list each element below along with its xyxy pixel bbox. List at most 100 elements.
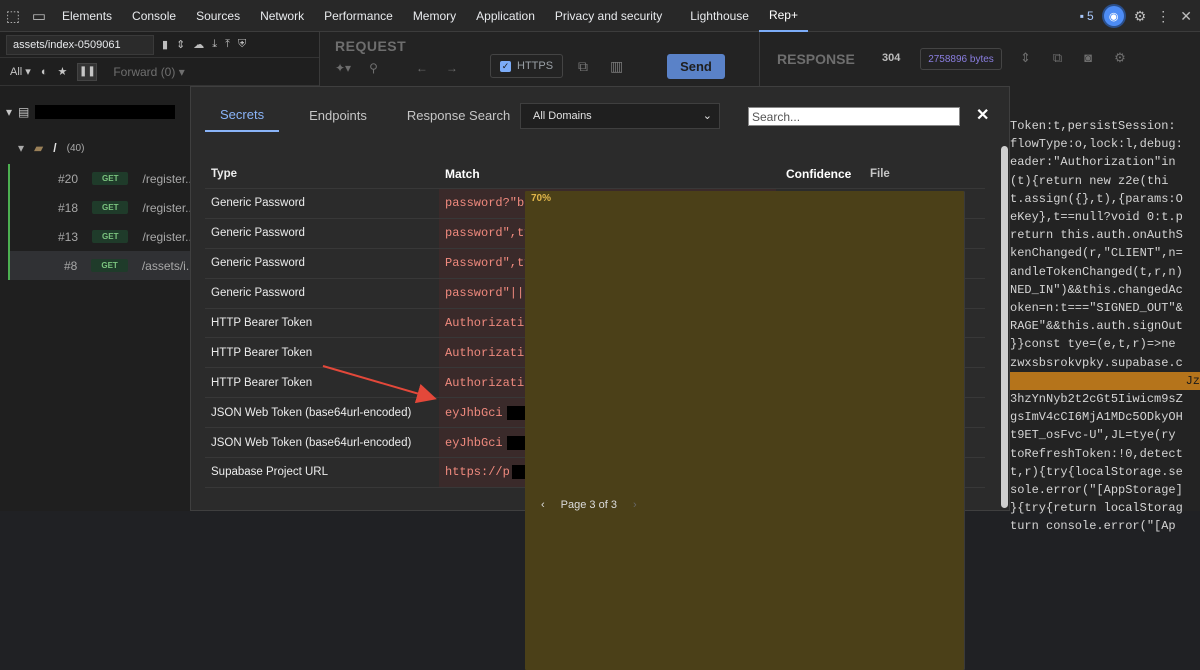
request-path: /register... <box>142 171 196 186</box>
search-input[interactable]: Search... <box>748 107 960 126</box>
code-line: return this.auth.onAuthS <box>1010 228 1183 243</box>
tab-lighthouse[interactable]: Lighthouse <box>680 0 759 32</box>
device-toolbar-icon[interactable]: ▭ <box>26 0 52 32</box>
settings-gear-icon[interactable]: ⚙ <box>1134 8 1147 25</box>
star-icon[interactable]: ★ <box>57 65 67 78</box>
layout-icon[interactable]: ▥ <box>610 58 623 75</box>
code-line: }}const tye=(e,t,r)=>ne <box>1010 337 1176 352</box>
collapse-icon[interactable]: ▾ <box>18 141 24 155</box>
settings-icon[interactable]: ⚙ <box>1114 50 1126 66</box>
next-page-icon[interactable]: › <box>633 499 637 511</box>
tab-network[interactable]: Network <box>250 0 314 32</box>
back-arrow-icon[interactable]: ← <box>416 61 428 75</box>
pagination: ‹ Page 3 of 3 › <box>541 499 637 511</box>
code-line: oken=n:t==="SIGNED_OUT"& <box>1010 301 1183 316</box>
code-line: kenChanged(r,"CLIENT",n= <box>1010 246 1183 261</box>
extension-icon[interactable]: ◉ <box>1103 6 1124 26</box>
sort-icon[interactable]: ⇕ <box>1020 50 1031 66</box>
pause-button[interactable]: ❚❚ <box>77 62 98 81</box>
domain-filter-value: All Domains <box>533 110 592 122</box>
method-filter[interactable]: All ▾ <box>10 65 31 78</box>
shield-icon[interactable]: ⛨ <box>238 38 246 51</box>
code-line: Token:t,persistSession: <box>1010 119 1176 133</box>
row-type: Generic Password <box>211 197 305 210</box>
row-type: Generic Password <box>211 287 305 300</box>
camera-icon[interactable]: ◙ <box>1084 50 1092 66</box>
collapse-icon[interactable]: ▾ <box>6 105 12 119</box>
col-type: Type <box>211 167 237 180</box>
domain-filter-select[interactable]: All Domains ⌄ <box>520 103 720 129</box>
checkbox-checked-icon[interactable]: ✓ <box>500 60 511 72</box>
file-filter-chip[interactable]: assets/index-0509061 <box>6 34 154 55</box>
row-type: Supabase Project URL <box>211 466 328 479</box>
tab-response-search[interactable]: Response Search <box>392 99 525 132</box>
request-number: #20 <box>58 171 79 186</box>
https-toggle[interactable]: ✓ HTTPS <box>490 54 563 78</box>
folder-icon: ▰ <box>34 141 44 155</box>
more-options-icon[interactable]: ⋮ <box>1156 8 1170 25</box>
tab-rep-plus[interactable]: Rep+ <box>758 0 808 32</box>
status-code: 304 <box>882 52 901 64</box>
request-path: /register... <box>142 200 196 215</box>
request-number: #8 <box>64 258 78 273</box>
row-type: JSON Web Token (base64url-encoded) <box>211 436 412 449</box>
messages-badge[interactable]: ▪ 5 <box>1080 9 1094 23</box>
message-icon: ▪ <box>1079 9 1085 23</box>
pin-icon[interactable]: ⚲ <box>369 61 378 75</box>
tab-elements[interactable]: Elements <box>52 0 122 32</box>
confidence-badge: 70% <box>525 191 965 670</box>
code-line: Jz <box>1010 371 1200 391</box>
message-count: 5 <box>1087 9 1094 23</box>
row-type: Generic Password <box>211 257 305 270</box>
magic-icon[interactable]: ✦▾ <box>335 61 351 75</box>
redacted-domain <box>35 105 176 119</box>
table-header: Type Match Confidence File <box>205 159 985 189</box>
bulk-icon[interactable]: ☁ <box>193 38 204 51</box>
forward-arrow-icon[interactable]: → <box>446 61 458 75</box>
response-title: RESPONSE <box>777 51 855 67</box>
code-line: RAGE"&&this.auth.signOut <box>1010 319 1183 334</box>
file-icon: ▤ <box>18 105 30 119</box>
tab-sources[interactable]: Sources <box>186 0 250 32</box>
tab-privacy-security[interactable]: Privacy and security <box>545 0 672 32</box>
row-type: HTTP Bearer Token <box>211 346 313 359</box>
tab-application[interactable]: Application <box>466 0 545 32</box>
table-row[interactable]: Supabase Project URLhttps://psupabase.co… <box>205 191 985 670</box>
tab-secrets[interactable]: Secrets <box>205 99 280 132</box>
request-title: REQUEST <box>335 38 407 54</box>
tab-console[interactable]: Console <box>122 0 186 32</box>
code-line: NED_IN")&&this.changedAc <box>1010 282 1183 297</box>
forward-button[interactable]: Forward (0) ▾ <box>113 65 184 79</box>
close-icon[interactable]: ✕ <box>976 105 989 125</box>
secrets-table: Type Match Confidence File Generic Passw… <box>205 159 985 670</box>
send-button[interactable]: Send <box>667 54 725 79</box>
inspect-element-icon[interactable]: ⬚ <box>0 0 26 32</box>
upload-icon[interactable]: ⤒ <box>225 38 230 51</box>
folder-count: (40) <box>66 142 85 154</box>
code-line: gsImV4cCI6MjA1MDc5ODkyOH <box>1010 410 1183 425</box>
sort-icon[interactable]: ⇕ <box>176 38 185 51</box>
folder-name: / <box>53 141 57 155</box>
tab-performance[interactable]: Performance <box>314 0 403 32</box>
method-badge: GET <box>92 172 129 185</box>
modal-scrollbar[interactable] <box>1001 146 1008 508</box>
prev-page-icon[interactable]: ‹ <box>541 499 545 511</box>
code-line: toRefreshToken:!0,detect <box>1010 446 1183 461</box>
response-body[interactable]: Token:t,persistSession: flowType:o,lock:l… <box>1010 117 1200 536</box>
method-badge: GET <box>91 259 128 272</box>
copy-icon[interactable]: ⧉ <box>1053 50 1062 66</box>
palette-icon[interactable]: ◐ <box>41 66 48 78</box>
close-devtools-icon[interactable]: ✕ <box>1180 8 1192 25</box>
trash-icon[interactable]: ▮ <box>162 38 168 51</box>
code-line: sole.error("[AppStorage] <box>1010 483 1183 498</box>
tab-memory[interactable]: Memory <box>403 0 466 32</box>
copy-icon[interactable]: ⧉ <box>578 58 588 75</box>
code-line: t9ET_osFvc-U",JL=tye(ry <box>1010 428 1176 443</box>
tab-endpoints[interactable]: Endpoints <box>294 99 382 132</box>
row-type: HTTP Bearer Token <box>211 376 313 389</box>
chevron-down-icon: ⌄ <box>702 110 712 122</box>
row-type: JSON Web Token (base64url-encoded) <box>211 406 412 419</box>
row-type: Generic Password <box>211 227 305 240</box>
code-line: andleTokenChanged(t,r,n) <box>1010 264 1183 279</box>
download-icon[interactable]: ⤓ <box>212 38 217 51</box>
